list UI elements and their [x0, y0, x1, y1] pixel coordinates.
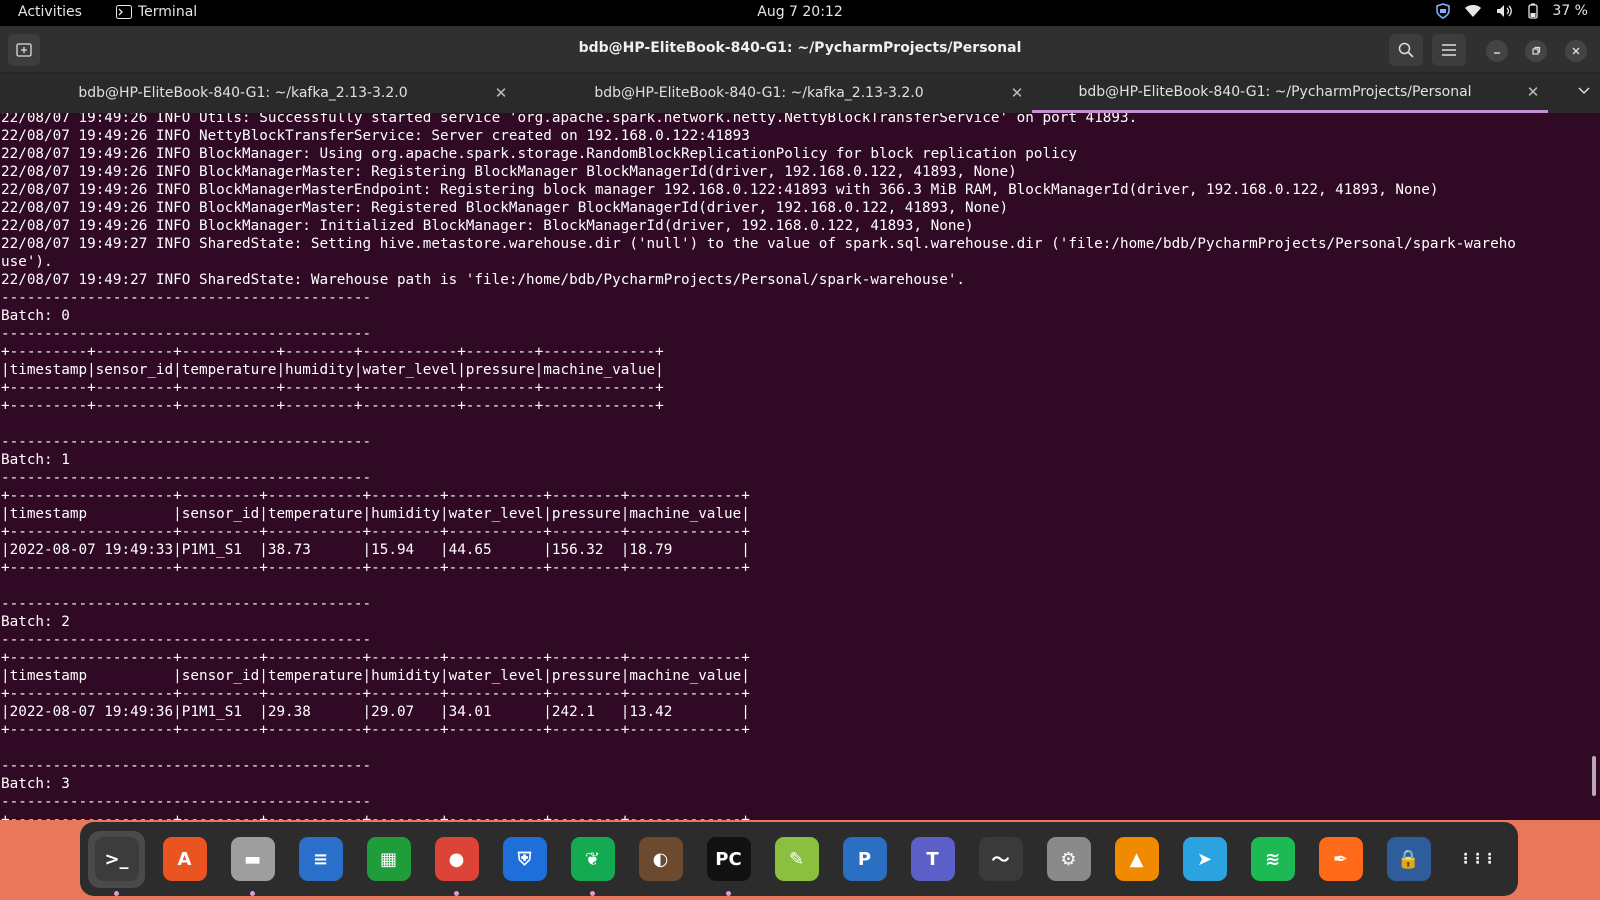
terminal-icon: >_ [94, 837, 139, 881]
lock-share-icon: 🔒 [1386, 837, 1431, 881]
spotify-icon: ≋ [1250, 837, 1295, 881]
close-icon [1572, 47, 1580, 55]
calc-icon: ▦ [366, 837, 411, 881]
close-tab-icon[interactable]: ✕ [1518, 83, 1548, 101]
tab-kafka-2[interactable]: bdb@HP-EliteBook-840-G1: ~/kafka_2.13-3.… [516, 73, 1032, 113]
menu-button[interactable] [1432, 34, 1466, 66]
dock-lock-share[interactable]: 🔒 [1380, 831, 1437, 888]
wifi-icon [1465, 5, 1482, 17]
app-center-icon: A [162, 837, 207, 881]
dock-spotify[interactable]: ≋ [1244, 831, 1301, 888]
terminal-area[interactable]: 22/08/07 19:49:26 INFO Utils: Successful… [0, 113, 1600, 820]
new-tab-icon [16, 43, 32, 57]
tab-bar: bdb@HP-EliteBook-840-G1: ~/kafka_2.13-3.… [0, 73, 1600, 113]
system-monitor-icon: 〜 [978, 837, 1023, 881]
dock-app-grid[interactable]: ⋮⋮⋮ [1448, 831, 1505, 888]
dock-system-monitor[interactable]: 〜 [972, 831, 1029, 888]
window-header: bdb@HP-EliteBook-840-G1: ~/PycharmProjec… [0, 26, 1600, 73]
clock[interactable]: Aug 7 20:12 [757, 4, 843, 20]
files-icon: ▬ [230, 837, 275, 881]
writer-icon: ≡ [298, 837, 343, 881]
running-indicator [590, 890, 595, 896]
vlc-icon: ▲ [1114, 837, 1159, 881]
minimize-button[interactable] [1486, 40, 1508, 62]
minimize-icon [1494, 52, 1500, 54]
search-icon [1398, 42, 1414, 58]
chrome-icon: ● [434, 837, 479, 881]
notes-icon: ✎ [774, 837, 819, 881]
pgadmin-icon: P [842, 837, 887, 881]
system-status[interactable]: 37 % [1436, 3, 1588, 19]
dock: >_ A ▬ ≡ ▦ ● ⛨ ❦ ◐ PC ✎ P T 〜 ⚙ ▲ ➤ ≋ ✒ 🔒 ⋮⋮⋮ [80, 822, 1518, 896]
close-window-button[interactable] [1565, 40, 1587, 62]
app-menu-label: Terminal [138, 4, 198, 20]
running-indicator [454, 890, 459, 896]
pen-tool-icon: ✒ [1318, 837, 1363, 881]
mongodb-compass-icon: ❦ [570, 837, 615, 881]
hamburger-icon [1442, 44, 1456, 56]
settings-icon: ⚙ [1046, 837, 1091, 881]
terminal-output: 22/08/07 19:49:26 INFO Utils: Successful… [1, 113, 1516, 820]
close-tab-icon[interactable]: ✕ [486, 84, 516, 102]
dock-calc[interactable]: ▦ [360, 831, 417, 888]
battery-icon [1528, 3, 1539, 19]
shield-icon [1436, 3, 1451, 19]
restore-icon [1532, 46, 1541, 55]
window-title: bdb@HP-EliteBook-840-G1: ~/PycharmProjec… [578, 40, 1022, 56]
dock-files[interactable]: ▬ [224, 831, 281, 896]
dock-pycharm[interactable]: PC [700, 831, 757, 896]
telegram-icon: ➤ [1182, 837, 1227, 881]
running-indicator [726, 890, 731, 896]
tab-kafka-1[interactable]: bdb@HP-EliteBook-840-G1: ~/kafka_2.13-3.… [0, 73, 516, 113]
dock-pgadmin[interactable]: P [836, 831, 893, 888]
top-bar: Activities Terminal Aug 7 20:12 37 % [0, 0, 1600, 26]
terminal-scrollbar[interactable] [1592, 756, 1596, 796]
app-menu[interactable]: Terminal [116, 4, 197, 20]
restore-button[interactable] [1525, 40, 1547, 62]
running-indicator [250, 890, 255, 896]
shield-vpn-icon: ⛨ [502, 837, 547, 881]
pycharm-icon: PC [706, 837, 751, 881]
dock-notes[interactable]: ✎ [768, 831, 825, 888]
dock-dbeaver[interactable]: ◐ [632, 831, 689, 888]
dock-telegram[interactable]: ➤ [1176, 831, 1233, 888]
tab-label: bdb@HP-EliteBook-840-G1: ~/kafka_2.13-3.… [78, 85, 408, 101]
tab-label: bdb@HP-EliteBook-840-G1: ~/PycharmProjec… [1078, 83, 1472, 100]
dock-chrome[interactable]: ● [428, 831, 485, 896]
tab-personal[interactable]: bdb@HP-EliteBook-840-G1: ~/PycharmProjec… [1032, 73, 1548, 113]
dbeaver-icon: ◐ [638, 837, 683, 881]
app-grid-icon: ⋮⋮⋮ [1458, 851, 1497, 867]
new-tab-button[interactable] [8, 34, 40, 66]
dock-mongodb-compass[interactable]: ❦ [564, 831, 621, 896]
running-indicator [114, 890, 119, 896]
search-button[interactable] [1389, 34, 1423, 66]
battery-percent: 37 % [1552, 3, 1588, 19]
close-tab-icon[interactable]: ✕ [1002, 84, 1032, 102]
dock-writer[interactable]: ≡ [292, 831, 349, 888]
teams-icon: T [910, 837, 955, 881]
dock-settings[interactable]: ⚙ [1040, 831, 1097, 888]
dock-terminal[interactable]: >_ [88, 830, 145, 896]
tab-label: bdb@HP-EliteBook-840-G1: ~/kafka_2.13-3.… [594, 85, 924, 101]
terminal-small-icon [116, 5, 132, 19]
tab-list-chevron-down-icon[interactable] [1578, 83, 1590, 99]
dock-teams[interactable]: T [904, 831, 961, 888]
volume-icon [1497, 5, 1513, 17]
dock-pen-tool[interactable]: ✒ [1312, 831, 1369, 888]
dock-vlc[interactable]: ▲ [1108, 831, 1165, 888]
dock-app-center[interactable]: A [156, 831, 213, 888]
dock-shield-vpn[interactable]: ⛨ [496, 831, 553, 888]
activities-button[interactable]: Activities [18, 4, 82, 20]
